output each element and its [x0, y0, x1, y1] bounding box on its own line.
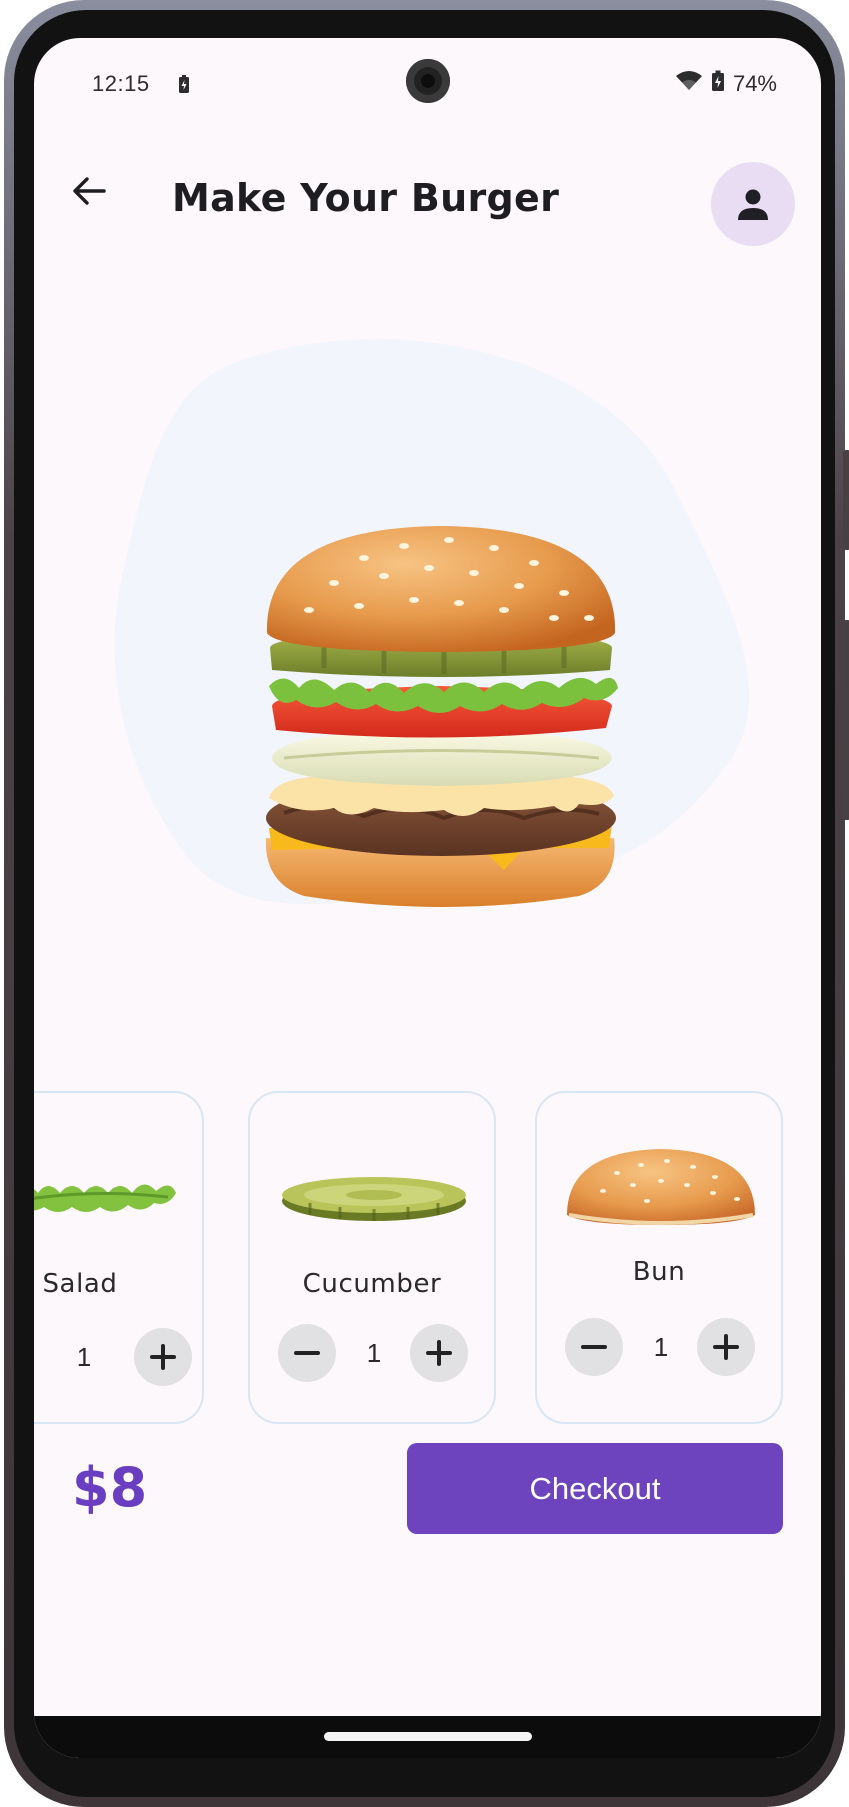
person-icon — [738, 189, 768, 220]
plus-icon — [426, 1340, 452, 1366]
increment-button[interactable] — [134, 1328, 192, 1386]
power-button — [843, 450, 849, 550]
quantity-stepper: 1 — [537, 1318, 781, 1376]
increment-button[interactable] — [410, 1324, 468, 1382]
quantity-value: 1 — [366, 1338, 382, 1368]
ingredient-label: Salad — [42, 1269, 118, 1299]
minus-icon — [581, 1345, 607, 1349]
minus-icon — [294, 1351, 320, 1355]
decrement-button[interactable] — [278, 1324, 336, 1382]
bun-top-illustration — [537, 1143, 781, 1253]
ingredient-label: Cucumber — [302, 1269, 442, 1299]
app-bar: Make Your Burger — [34, 138, 821, 248]
decrement-button[interactable] — [565, 1318, 623, 1376]
increment-button[interactable] — [697, 1318, 755, 1376]
ingredient-card-bun[interactable]: Bun 1 — [535, 1091, 783, 1424]
status-indicators: 74% — [675, 70, 777, 98]
quantity-stepper: 1 — [250, 1324, 494, 1382]
arrow-back-icon — [73, 177, 106, 205]
phone-frame: 12:15 74% Make Your Burger Salad 1 Cucum… — [4, 0, 849, 1807]
ingredient-card-cucumber[interactable]: Cucumber 1 — [248, 1091, 496, 1424]
burger-preview — [84, 318, 804, 1038]
quantity-value: 1 — [76, 1342, 92, 1372]
profile-button[interactable] — [711, 162, 795, 246]
status-time: 12:15 — [92, 71, 150, 96]
page-title: Make Your Burger — [172, 176, 560, 220]
total-price: $8 — [72, 1456, 148, 1519]
pickle-slice-illustration — [250, 1143, 494, 1253]
wifi-icon — [675, 70, 703, 98]
quantity-value: 1 — [653, 1332, 669, 1362]
camera-cutout — [406, 59, 450, 103]
navigation-bar — [34, 1716, 821, 1758]
battery-icon — [711, 70, 725, 98]
home-indicator[interactable] — [324, 1732, 532, 1741]
quantity-stepper: 1 — [34, 1328, 202, 1386]
battery-percent: 74% — [732, 71, 777, 96]
lettuce-illustration — [34, 1143, 202, 1253]
battery-charging-icon — [178, 74, 190, 100]
app-screen: 12:15 74% Make Your Burger Salad 1 Cucum… — [34, 38, 821, 1758]
ingredient-list: Salad 1 Cucumber 1 Bun 1 — [34, 1091, 821, 1427]
ingredient-label: Bun — [632, 1257, 686, 1287]
volume-button — [843, 620, 849, 820]
back-button[interactable] — [64, 166, 114, 216]
ingredient-card-salad[interactable]: Salad 1 — [34, 1091, 204, 1424]
checkout-button[interactable]: Checkout — [407, 1443, 783, 1534]
status-bar: 12:15 74% — [34, 38, 821, 128]
plus-icon — [150, 1344, 176, 1370]
plus-icon — [713, 1334, 739, 1360]
